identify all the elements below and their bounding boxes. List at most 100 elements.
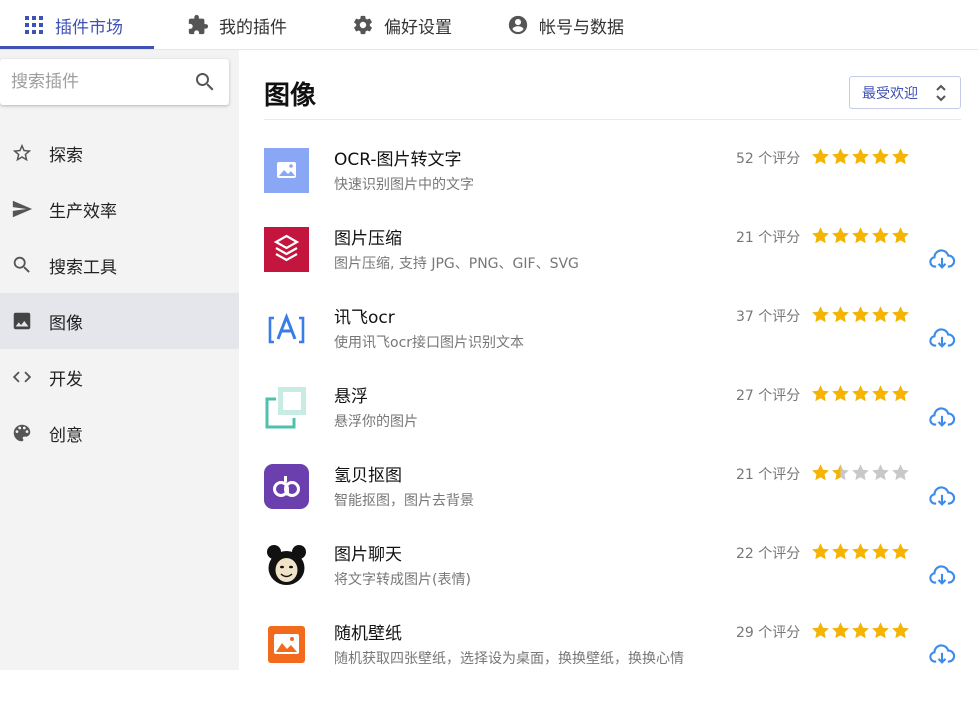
tab-label: 偏好设置 xyxy=(384,17,452,38)
search-icon[interactable] xyxy=(193,70,217,94)
star-empty-icon xyxy=(851,463,870,482)
plugin-item[interactable]: 图片压缩 图片压缩, 支持 JPG、PNG、GIF、SVG 21 个评分 xyxy=(239,227,978,306)
star-filled-icon xyxy=(831,621,850,640)
star-empty-icon xyxy=(871,463,890,482)
search-icon xyxy=(10,253,34,277)
star-empty-icon xyxy=(891,463,910,482)
star-outline-icon xyxy=(10,141,34,165)
star-filled-icon xyxy=(851,384,870,403)
puzzle-icon xyxy=(186,13,210,37)
star-filled-icon xyxy=(811,384,830,403)
star-filled-icon xyxy=(871,384,890,403)
rating-count: 21 个评分 xyxy=(736,467,801,483)
plugin-description: 使用讯飞ocr接口图片识别文本 xyxy=(334,335,525,351)
plugin-item[interactable]: 讯飞ocr 使用讯飞ocr接口图片识别文本 37 个评分 xyxy=(239,306,978,385)
star-filled-icon xyxy=(811,463,830,482)
sort-select[interactable]: 最受欢迎 xyxy=(849,76,961,109)
rating-stars xyxy=(811,147,911,166)
code-icon xyxy=(10,365,34,389)
sidebar: 探索 生产效率 搜索工具 图像 开发 创意 xyxy=(0,50,239,670)
plugin-name: 图片压缩 xyxy=(334,229,402,249)
cloud-download-icon[interactable] xyxy=(928,324,956,352)
plugin-item[interactable]: OCR-图片转文字 快速识别图片中的文字 52 个评分 xyxy=(239,148,978,227)
unfold-icon xyxy=(934,82,948,104)
star-filled-icon xyxy=(831,305,850,324)
cloud-download-icon[interactable] xyxy=(928,561,956,589)
star-filled-icon xyxy=(831,463,850,482)
tab-account-data[interactable]: 帐号与数据 xyxy=(506,0,624,50)
cloud-download-icon[interactable] xyxy=(928,403,956,431)
plugin-description: 图片压缩, 支持 JPG、PNG、GIF、SVG xyxy=(334,256,579,272)
layers-compress-icon xyxy=(264,227,309,272)
cloud-download-icon[interactable] xyxy=(928,245,956,273)
sidebar-item-search-tools[interactable]: 搜索工具 xyxy=(0,237,239,293)
sidebar-item-explore[interactable]: 探索 xyxy=(0,125,239,181)
sidebar-item-image[interactable]: 图像 xyxy=(0,293,239,349)
page-title: 图像 xyxy=(264,81,317,111)
star-filled-icon xyxy=(831,542,850,561)
plugin-name: 随机壁纸 xyxy=(334,624,402,644)
wallpaper-icon xyxy=(264,622,309,667)
rating-count: 37 个评分 xyxy=(736,309,801,325)
search-box xyxy=(0,59,229,105)
star-filled-icon xyxy=(871,542,890,561)
sidebar-item-label: 图像 xyxy=(49,313,83,334)
plugin-description: 将文字转成图片(表情) xyxy=(334,572,471,588)
send-icon xyxy=(10,197,34,221)
star-filled-icon xyxy=(811,542,830,561)
rating-stars xyxy=(811,226,911,245)
plugin-description: 快速识别图片中的文字 xyxy=(334,177,474,193)
sidebar-item-label: 探索 xyxy=(49,145,83,166)
rating-count: 22 个评分 xyxy=(736,546,801,562)
sidebar-item-label: 创意 xyxy=(49,425,83,446)
tab-plugin-market[interactable]: 插件市场 xyxy=(22,0,123,50)
star-filled-icon xyxy=(811,226,830,245)
cloud-download-icon[interactable] xyxy=(928,640,956,668)
plugin-description: 智能抠图，图片去背景 xyxy=(334,493,474,509)
tab-preferences[interactable]: 偏好设置 xyxy=(351,0,452,50)
plugin-name: 悬浮 xyxy=(334,387,368,407)
rating-stars xyxy=(811,621,911,640)
star-filled-icon xyxy=(811,305,830,324)
scan-letter-a-icon xyxy=(264,306,309,351)
title-divider xyxy=(264,119,961,120)
main-panel: 图像 最受欢迎 OCR-图片转文字 快速识别图片中的文字 52 个评分 图片压缩… xyxy=(239,50,978,670)
star-filled-icon xyxy=(891,384,910,403)
plugin-item[interactable]: 随机壁纸 随机获取四张壁纸，选择设为桌面，换换壁纸，换换心情 29 个评分 xyxy=(239,622,978,701)
rating-stars xyxy=(811,305,911,324)
star-filled-icon xyxy=(891,542,910,561)
star-filled-icon xyxy=(891,621,910,640)
plugin-description: 悬浮你的图片 xyxy=(334,414,418,430)
float-window-icon xyxy=(264,385,309,430)
star-filled-icon xyxy=(891,305,910,324)
sidebar-item-creative[interactable]: 创意 xyxy=(0,405,239,461)
account-circle-icon xyxy=(506,13,530,37)
palette-icon xyxy=(10,421,34,445)
star-filled-icon xyxy=(851,305,870,324)
plugin-item[interactable]: 悬浮 悬浮你的图片 27 个评分 xyxy=(239,385,978,464)
plugin-name: 讯飞ocr xyxy=(334,308,395,328)
rating-stars xyxy=(811,384,911,403)
search-input[interactable] xyxy=(11,72,191,92)
cloud-download-icon[interactable] xyxy=(928,482,956,510)
tab-my-plugins[interactable]: 我的插件 xyxy=(186,0,287,50)
star-filled-icon xyxy=(871,226,890,245)
star-filled-icon xyxy=(871,621,890,640)
rating-count: 52 个评分 xyxy=(736,151,801,167)
sidebar-item-productivity[interactable]: 生产效率 xyxy=(0,181,239,237)
plugin-item[interactable]: 图片聊天 将文字转成图片(表情) 22 个评分 xyxy=(239,543,978,622)
gear-icon xyxy=(351,13,375,37)
tab-label: 我的插件 xyxy=(219,17,287,38)
star-filled-icon xyxy=(891,226,910,245)
star-filled-icon xyxy=(831,226,850,245)
star-filled-icon xyxy=(891,147,910,166)
star-filled-icon xyxy=(871,305,890,324)
rating-count: 21 个评分 xyxy=(736,230,801,246)
star-filled-icon xyxy=(831,384,850,403)
sidebar-item-develop[interactable]: 开发 xyxy=(0,349,239,405)
rating-count: 29 个评分 xyxy=(736,625,801,641)
plugin-description: 随机获取四张壁纸，选择设为桌面，换换壁纸，换换心情 xyxy=(334,651,684,667)
sidebar-item-label: 搜索工具 xyxy=(49,257,117,278)
sort-select-value: 最受欢迎 xyxy=(862,85,918,102)
plugin-item[interactable]: 氢贝抠图 智能抠图，图片去背景 21 个评分 xyxy=(239,464,978,543)
